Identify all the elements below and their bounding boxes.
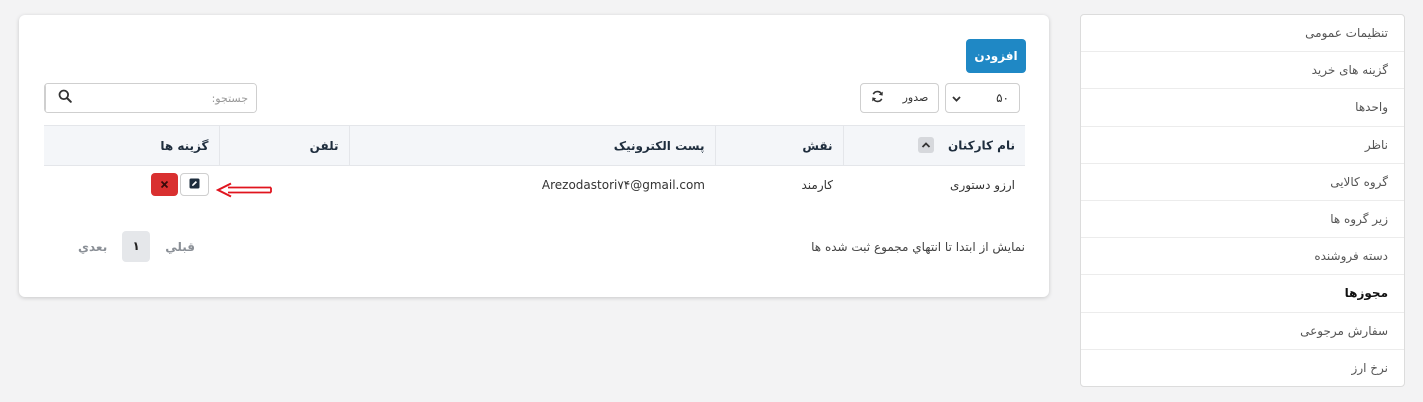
close-icon <box>160 178 169 192</box>
search-icon <box>58 89 72 107</box>
column-header-name[interactable]: نام کارکنان <box>842 125 1025 166</box>
table-header-row: نام کارکنان نقش پست الکترونیک تلفن گزینه… <box>44 125 1025 166</box>
cell-options <box>44 166 219 204</box>
sidebar-item-subgroups[interactable]: زیر گروه ها <box>1081 201 1404 239</box>
row-actions <box>151 173 209 197</box>
sidebar-item-units[interactable]: واحدها <box>1081 89 1404 127</box>
employees-table: نام کارکنان نقش پست الکترونیک تلفن گزینه… <box>44 125 1025 204</box>
cell-role: کارمند <box>801 177 833 192</box>
refresh-icon <box>871 90 884 107</box>
sidebar-item-general-settings[interactable]: تنظیمات عمومی <box>1081 15 1404 53</box>
sidebar-item-seller-category[interactable]: دسته فروشنده <box>1081 238 1404 276</box>
column-header-email[interactable]: پست الکترونیک <box>348 125 715 166</box>
refresh-button[interactable] <box>860 83 894 113</box>
sidebar-item-exchange-rate[interactable]: نرخ ارز <box>1081 350 1404 386</box>
column-header-options: گزینه ها <box>44 125 219 166</box>
annotation-arrow-icon <box>215 182 274 202</box>
settings-sidebar: تنظیمات عمومی گزینه های خرید واحدها ناظر… <box>1080 14 1405 387</box>
search-button[interactable] <box>45 84 83 112</box>
delete-button[interactable] <box>151 173 178 197</box>
edit-icon <box>189 178 200 192</box>
sidebar-item-purchase-options[interactable]: گزینه های خرید <box>1081 52 1404 90</box>
sidebar-item-returns[interactable]: سفارش مرجوعی <box>1081 313 1404 350</box>
current-page-button[interactable]: ۱ <box>122 231 151 262</box>
add-button[interactable]: افزودن <box>966 39 1026 73</box>
search-input[interactable] <box>83 84 256 112</box>
edit-button[interactable] <box>180 173 209 197</box>
sidebar-item-permissions[interactable]: مجوزها <box>1081 275 1404 313</box>
cell-name: ارزو دستوری <box>950 177 1015 192</box>
chevron-down-icon <box>952 91 961 106</box>
pagination: قبلي ۱ بعدي <box>63 231 210 262</box>
sort-toggle-icon[interactable] <box>917 136 934 153</box>
column-header-phone[interactable]: تلفن <box>218 125 349 166</box>
sidebar-item-product-group[interactable]: گروه کالایی <box>1081 164 1404 201</box>
export-button[interactable]: صدور <box>893 83 939 113</box>
table-row: ارزو دستوری کارمند Arezodastori۷۴@gmail.… <box>44 166 1025 204</box>
next-page-link[interactable]: بعدي <box>63 240 122 254</box>
page-size-value: ۵۰ <box>996 91 1009 105</box>
page-size-select[interactable]: ۵۰ <box>945 83 1020 113</box>
sidebar-item-supervisor[interactable]: ناظر <box>1081 127 1404 164</box>
employees-card: افزودن صدور ۵۰ <box>19 15 1049 297</box>
table-info-text: نمایش از ابتدا تا انتهاي مجموع ثبت شده ه… <box>811 240 1025 254</box>
column-header-role[interactable]: نقش <box>714 125 843 166</box>
prev-page-link[interactable]: قبلي <box>150 240 210 254</box>
column-header-name-label: نام کارکنان <box>947 138 1015 152</box>
cell-email: Arezodastori۷۴@gmail.com <box>541 177 705 192</box>
search-box <box>44 83 257 113</box>
